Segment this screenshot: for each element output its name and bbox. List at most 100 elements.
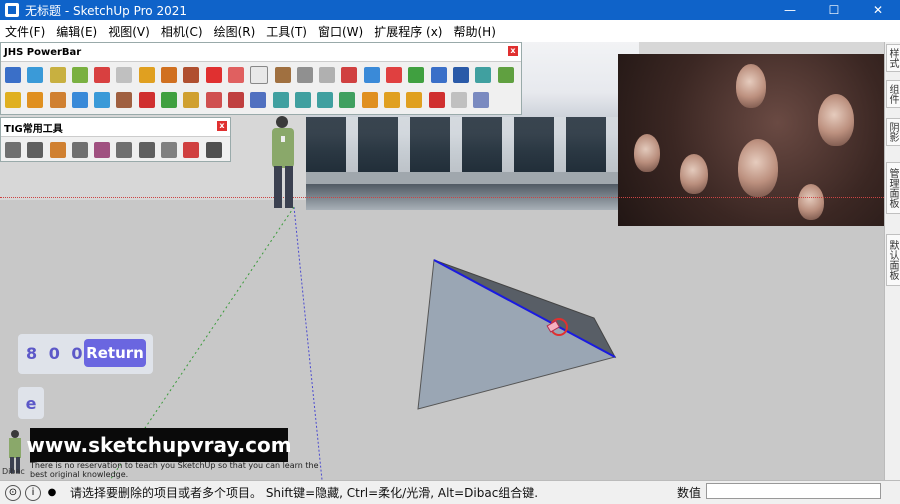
tool-icon[interactable]	[5, 141, 21, 158]
info-icon[interactable]: i	[25, 484, 41, 501]
tool-icon[interactable]	[250, 65, 269, 84]
tool-icon[interactable]	[94, 91, 111, 108]
tool-icon[interactable]	[386, 66, 403, 83]
blue-axis	[293, 206, 323, 480]
powerbar-row-2	[1, 87, 521, 112]
tool-icon[interactable]	[227, 66, 244, 83]
keystroke-e: e	[18, 387, 44, 419]
tray-tab-components[interactable]: 组件	[886, 80, 900, 108]
tool-icon[interactable]	[49, 66, 66, 83]
default-tray: 样式 组件 阴影 管理面板 默认面板	[884, 42, 900, 480]
tool-icon[interactable]	[49, 91, 66, 108]
tool-icon[interactable]	[161, 91, 178, 108]
tool-icon[interactable]	[71, 141, 88, 158]
tool-icon[interactable]	[430, 66, 447, 83]
tool-icon[interactable]	[71, 66, 88, 83]
tool-icon[interactable]	[205, 66, 222, 83]
tool-icon[interactable]	[5, 66, 21, 83]
tool-icon[interactable]	[183, 66, 200, 83]
menu-help[interactable]: 帮助(H)	[453, 23, 495, 40]
tool-icon[interactable]	[450, 91, 467, 108]
tool-icon[interactable]	[406, 91, 423, 108]
tool-icon[interactable]	[138, 66, 155, 83]
tool-icon[interactable]	[319, 66, 336, 83]
jhs-powerbar: JHS PowerBar x	[0, 42, 522, 115]
user-icon[interactable]: ●	[45, 486, 59, 500]
tool-icon[interactable]	[71, 91, 88, 108]
tray-tab-default[interactable]: 默认面板	[886, 234, 900, 286]
tig-title[interactable]: TIG常用工具 x	[1, 118, 230, 137]
tray-tab-manage[interactable]: 管理面板	[886, 162, 900, 214]
menu-tools[interactable]: 工具(T)	[266, 23, 307, 40]
tool-icon[interactable]	[138, 91, 155, 108]
tool-icon[interactable]	[161, 66, 178, 83]
return-key: Return	[84, 339, 146, 367]
tool-icon[interactable]	[384, 91, 401, 108]
tool-icon[interactable]	[339, 91, 356, 108]
tool-icon[interactable]	[27, 66, 44, 83]
tool-icon[interactable]	[205, 91, 222, 108]
tool-icon[interactable]	[294, 91, 311, 108]
tool-icon[interactable]	[183, 91, 200, 108]
keystroke-digits: 8 0 0	[26, 344, 86, 363]
tool-icon[interactable]	[250, 91, 267, 108]
menu-view[interactable]: 视图(V)	[108, 23, 150, 40]
tool-icon[interactable]	[274, 66, 291, 83]
tool-icon[interactable]	[408, 66, 425, 83]
tool-icon[interactable]	[452, 66, 469, 83]
measurements-input[interactable]	[706, 483, 881, 499]
tool-icon[interactable]	[94, 66, 111, 83]
tig-close-icon[interactable]: x	[217, 121, 227, 131]
tool-icon[interactable]	[116, 141, 133, 158]
tool-icon[interactable]	[341, 66, 358, 83]
tool-icon[interactable]	[361, 91, 378, 108]
tray-tab-styles[interactable]: 样式	[886, 44, 900, 72]
status-icons: ⊙ i ●	[5, 484, 63, 501]
watermark-caption: There is no reservation to teach you Ske…	[30, 461, 319, 479]
menu-file[interactable]: 文件(F)	[5, 23, 45, 40]
menu-camera[interactable]: 相机(C)	[161, 23, 203, 40]
tool-icon[interactable]	[317, 91, 334, 108]
tool-icon[interactable]	[27, 91, 44, 108]
tool-icon[interactable]	[116, 91, 133, 108]
menu-edit[interactable]: 编辑(E)	[56, 23, 97, 40]
tool-icon[interactable]	[363, 66, 380, 83]
watermark-banner: www.sketchupvray.com	[26, 428, 292, 462]
menu-extensions[interactable]: 扩展程序 (x)	[374, 23, 442, 40]
tool-icon[interactable]	[497, 66, 514, 83]
powerbar-title[interactable]: JHS PowerBar x	[1, 43, 521, 62]
tool-icon[interactable]	[116, 66, 133, 83]
tool-icon[interactable]	[94, 141, 111, 158]
status-message: 请选择要删除的项目或者多个项目。 Shift键=隐藏, Ctrl=柔化/光滑, …	[70, 486, 539, 500]
tool-icon[interactable]	[205, 141, 222, 158]
tool-icon[interactable]	[227, 91, 244, 108]
tool-icon[interactable]	[473, 91, 490, 108]
tool-icon[interactable]	[49, 141, 66, 158]
tool-icon[interactable]	[475, 66, 492, 83]
tool-icon[interactable]	[5, 91, 21, 108]
measurements-label: 数值	[677, 486, 702, 500]
tool-icon[interactable]	[428, 91, 445, 108]
geo-location-icon[interactable]: ⊙	[5, 484, 21, 501]
powerbar-close-icon[interactable]: x	[508, 46, 518, 56]
powerbar-row-1	[1, 62, 521, 87]
dibac-label: Dibac	[2, 467, 25, 476]
tool-icon[interactable]	[296, 66, 313, 83]
tool-icon[interactable]	[27, 141, 44, 158]
maximize-button[interactable]: ☐	[812, 0, 856, 20]
close-button[interactable]: ✕	[856, 0, 900, 20]
title-bar: 无标题 - SketchUp Pro 2021 — ☐ ✕	[0, 0, 900, 20]
scale-figure	[272, 116, 294, 208]
tool-icon[interactable]	[161, 141, 178, 158]
tig-row	[1, 137, 230, 162]
menu-bar: 文件(F) 编辑(E) 视图(V) 相机(C) 绘图(R) 工具(T) 窗口(W…	[0, 20, 900, 43]
tig-toolbar: TIG常用工具 x	[0, 117, 231, 162]
tool-icon[interactable]	[138, 141, 155, 158]
sketchup-app-icon	[5, 3, 19, 17]
menu-draw[interactable]: 绘图(R)	[214, 23, 256, 40]
tool-icon[interactable]	[272, 91, 289, 108]
menu-window[interactable]: 窗口(W)	[318, 23, 363, 40]
tray-tab-shadows[interactable]: 阴影	[886, 118, 900, 146]
minimize-button[interactable]: —	[768, 0, 812, 20]
tool-icon[interactable]	[183, 141, 200, 158]
